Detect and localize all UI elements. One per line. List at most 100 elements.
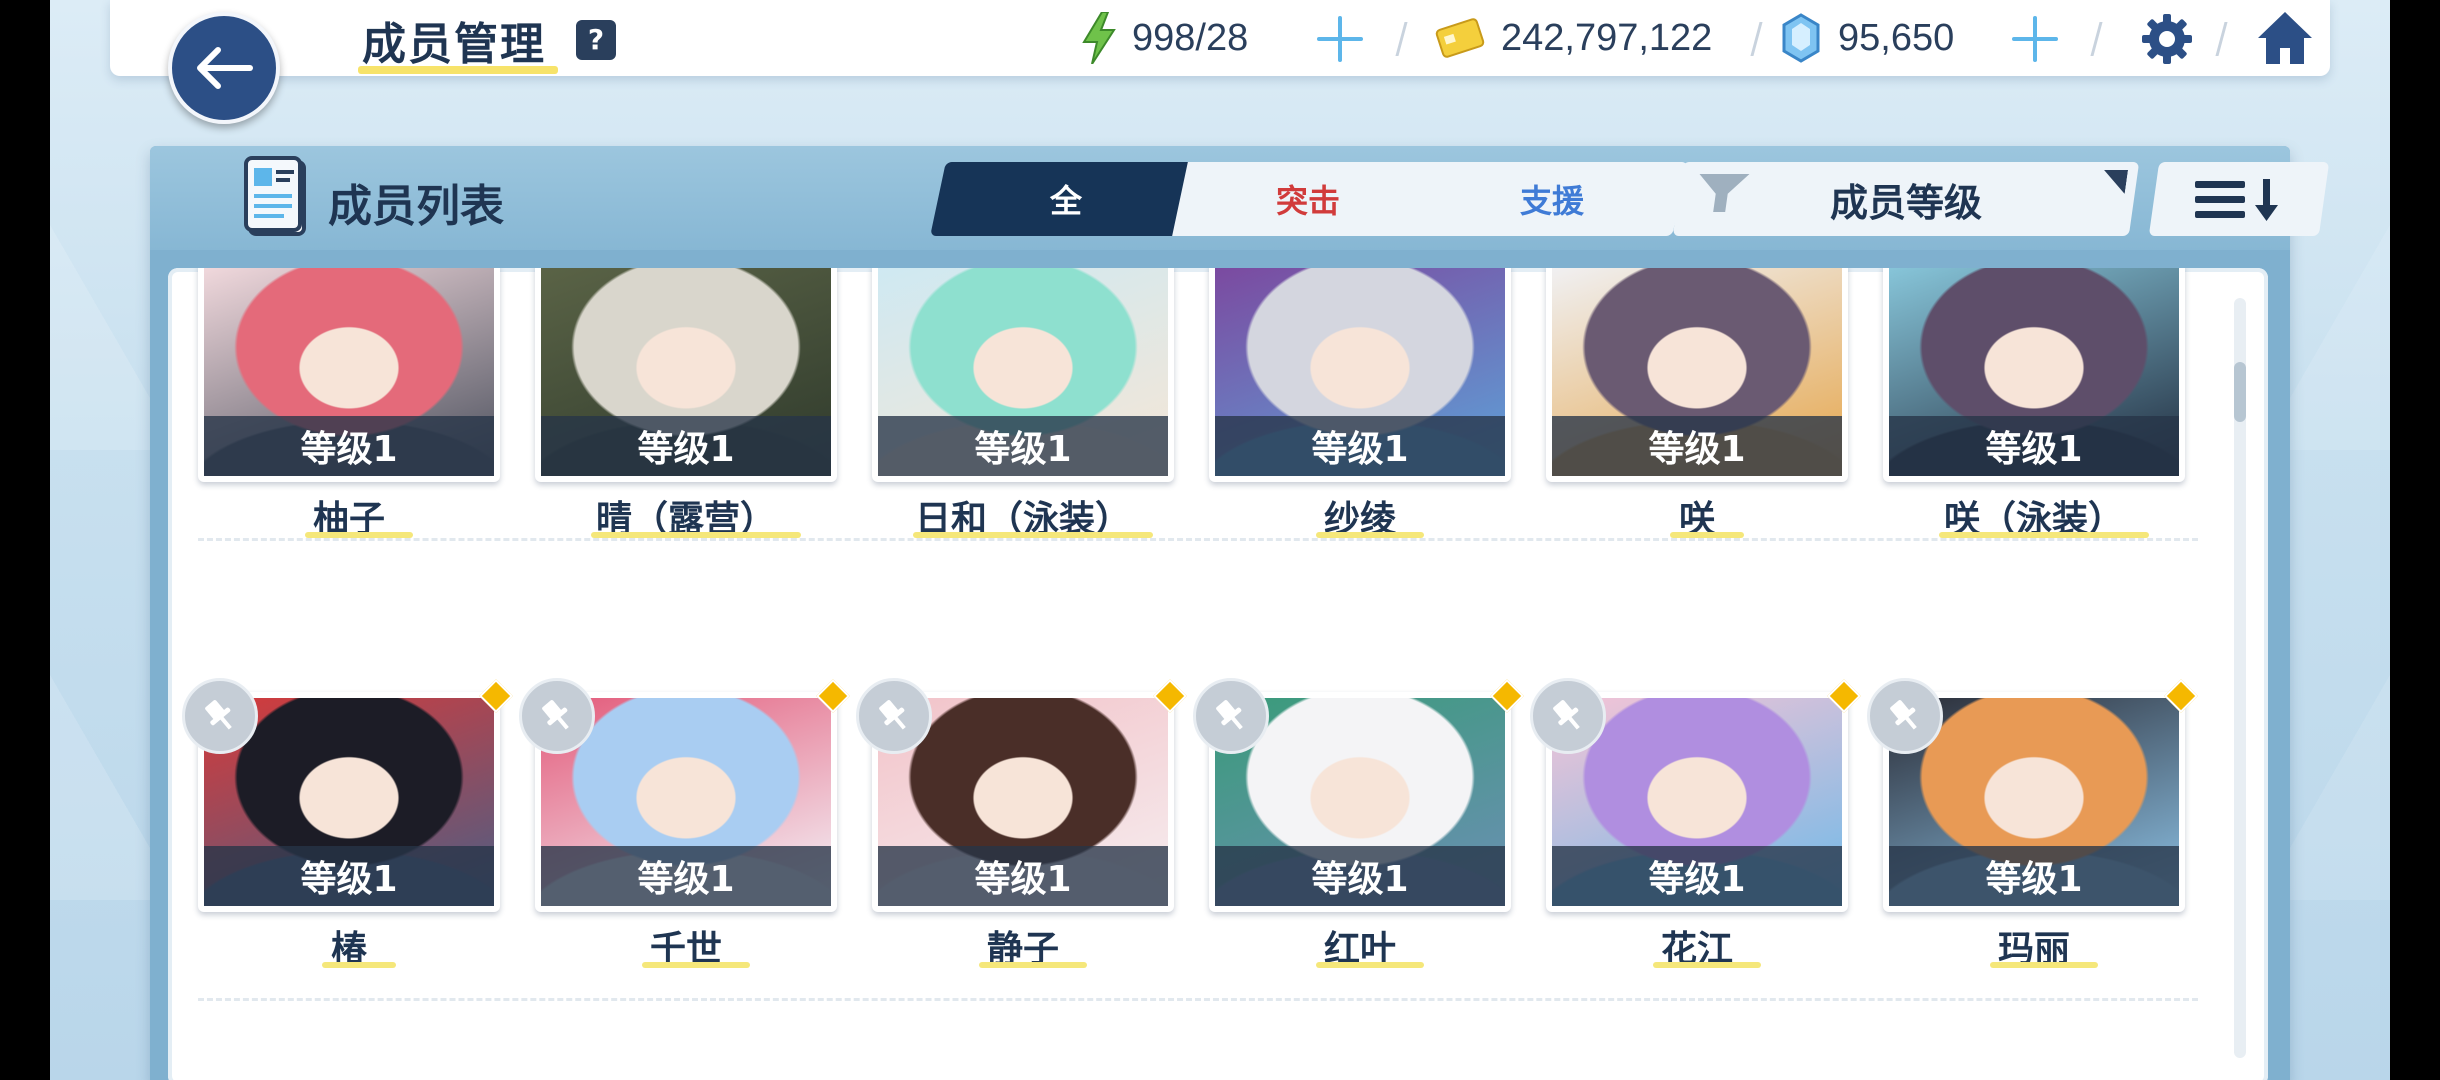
member-list-panel: 成员列表 全 突击 支援 成员等级 等级1 柚子 等级1 晴（露营） 等级1 日…	[150, 146, 2330, 1080]
panel-header: 成员列表 全 突击 支援 成员等级	[150, 146, 2330, 250]
top-bar: 成员管理 ? 998/28 242,797,122 95,650	[110, 0, 2330, 76]
tab-support-label: 支援	[1519, 182, 1584, 220]
member-card[interactable]: 等级1 椿	[182, 678, 513, 972]
member-level: 等级1	[1552, 416, 1842, 476]
member-card-frame: 等级1	[1209, 268, 1511, 482]
member-name: 晴（露营）	[595, 499, 776, 540]
separator	[1395, 22, 1408, 56]
member-level: 等级1	[1215, 846, 1505, 906]
member-level: 等级1	[878, 416, 1168, 476]
pin-button[interactable]	[856, 678, 932, 754]
member-list-icon	[244, 156, 306, 236]
member-level: 等级1	[541, 416, 831, 476]
member-card[interactable]: 等级1 静子	[856, 678, 1187, 972]
member-level: 等级1	[1552, 846, 1842, 906]
gear-icon[interactable]	[2140, 12, 2194, 66]
game-screen: 成员管理 ? 998/28 242,797,122 95,650 成员列表 全 …	[50, 0, 2390, 1080]
arrow-left-icon	[197, 47, 253, 89]
member-name: 咲（泳装）	[1943, 499, 2124, 540]
member-name-underline	[979, 962, 1087, 968]
member-level: 等级1	[878, 846, 1168, 906]
member-card[interactable]: 等级1 咲（泳装）	[1883, 268, 2185, 542]
pin-icon	[205, 700, 232, 730]
pin-icon	[542, 700, 569, 730]
credits-resource: 242,797,122	[1435, 10, 1712, 66]
member-level: 等级1	[541, 846, 831, 906]
member-level: 等级1	[1215, 416, 1505, 476]
member-card-frame: 等级1	[872, 268, 1174, 482]
member-name-underline	[322, 962, 396, 968]
row-divider	[198, 998, 2198, 1001]
add-ap-button[interactable]	[1315, 14, 1365, 64]
member-card-frame: 等级1	[1883, 268, 2185, 482]
credits-value: 242,797,122	[1501, 16, 1713, 59]
tab-all[interactable]: 全	[930, 162, 1202, 236]
member-card[interactable]: 等级1 千世	[519, 678, 850, 972]
pin-icon	[1553, 700, 1580, 730]
member-level: 等级1	[1889, 846, 2179, 906]
tab-support[interactable]: 支援	[1416, 162, 1688, 236]
sort-descending-icon	[2195, 179, 2278, 221]
sort-order-button[interactable]	[2148, 162, 2330, 236]
row-divider	[198, 538, 2198, 541]
member-name: 柚子	[312, 499, 385, 540]
add-pyroxene-button[interactable]	[2010, 14, 2060, 64]
member-name: 花江	[1660, 929, 1733, 970]
member-name-underline	[1316, 962, 1424, 968]
member-card[interactable]: 等级1 柚子	[198, 268, 500, 542]
page-title: 成员管理	[362, 19, 546, 70]
ap-resource: 998/28	[1080, 10, 1248, 66]
member-card[interactable]: 等级1 咲	[1546, 268, 1848, 542]
help-button[interactable]: ?	[576, 20, 616, 60]
member-card[interactable]: 等级1 晴（露营）	[535, 268, 837, 542]
credit-card-icon	[1435, 18, 1485, 58]
pyroxene-resource: 95,650	[1780, 10, 1954, 66]
pyroxene-value: 95,650	[1838, 16, 1955, 59]
member-grid[interactable]: 等级1 柚子 等级1 晴（露营） 等级1 日和（泳装） 等级1 纱绫 等级1 咲等级1 咲（泳装）等…	[168, 268, 2268, 1080]
separator	[2090, 22, 2103, 56]
member-name: 千世	[649, 929, 722, 970]
member-card-frame: 等级1	[198, 268, 500, 482]
member-card[interactable]: 等级1 日和（泳装）	[872, 268, 1174, 542]
member-name: 静子	[986, 929, 1059, 970]
pin-icon	[1890, 700, 1917, 730]
back-button[interactable]	[168, 12, 280, 124]
separator	[1750, 22, 1763, 56]
member-level: 等级1	[1889, 416, 2179, 476]
scrollbar-thumb[interactable]	[2234, 362, 2246, 422]
member-card[interactable]: 等级1 纱绫	[1209, 268, 1511, 542]
member-name-underline	[1990, 962, 2098, 968]
member-name: 玛丽	[1997, 929, 2070, 970]
member-name-underline	[642, 962, 750, 968]
member-name: 纱绫	[1323, 499, 1396, 540]
tab-all-label: 全	[1049, 182, 1082, 220]
pin-button[interactable]	[1530, 678, 1606, 754]
separator	[2215, 22, 2228, 56]
ap-value: 998/28	[1132, 16, 1249, 59]
sort-label: 成员等级	[1829, 180, 1982, 225]
home-icon[interactable]	[2256, 10, 2314, 66]
member-card-frame: 等级1	[535, 268, 837, 482]
member-name: 椿	[330, 929, 367, 970]
member-name-underline	[1653, 962, 1761, 968]
member-level: 等级1	[204, 416, 494, 476]
member-list-title: 成员列表	[328, 181, 504, 232]
pin-button[interactable]	[1867, 678, 1943, 754]
pin-icon	[879, 700, 906, 730]
pyroxene-gem-icon	[1782, 13, 1820, 63]
sort-dropdown[interactable]: 成员等级	[1672, 162, 2140, 236]
member-card[interactable]: 等级1 红叶	[1193, 678, 1524, 972]
member-card[interactable]: 等级1 花江	[1530, 678, 1861, 972]
member-name: 日和（泳装）	[914, 499, 1131, 540]
title-underline	[358, 66, 558, 74]
pin-button[interactable]	[519, 678, 595, 754]
pin-button[interactable]	[1193, 678, 1269, 754]
member-card[interactable]: 等级1 玛丽	[1867, 678, 2198, 972]
member-level: 等级1	[204, 846, 494, 906]
member-card-frame: 等级1	[1546, 268, 1848, 482]
pin-button[interactable]	[182, 678, 258, 754]
tab-striker[interactable]: 突击	[1172, 162, 1444, 236]
tab-striker-label: 突击	[1275, 182, 1340, 220]
lightning-icon	[1082, 12, 1116, 64]
pin-icon	[1216, 700, 1243, 730]
